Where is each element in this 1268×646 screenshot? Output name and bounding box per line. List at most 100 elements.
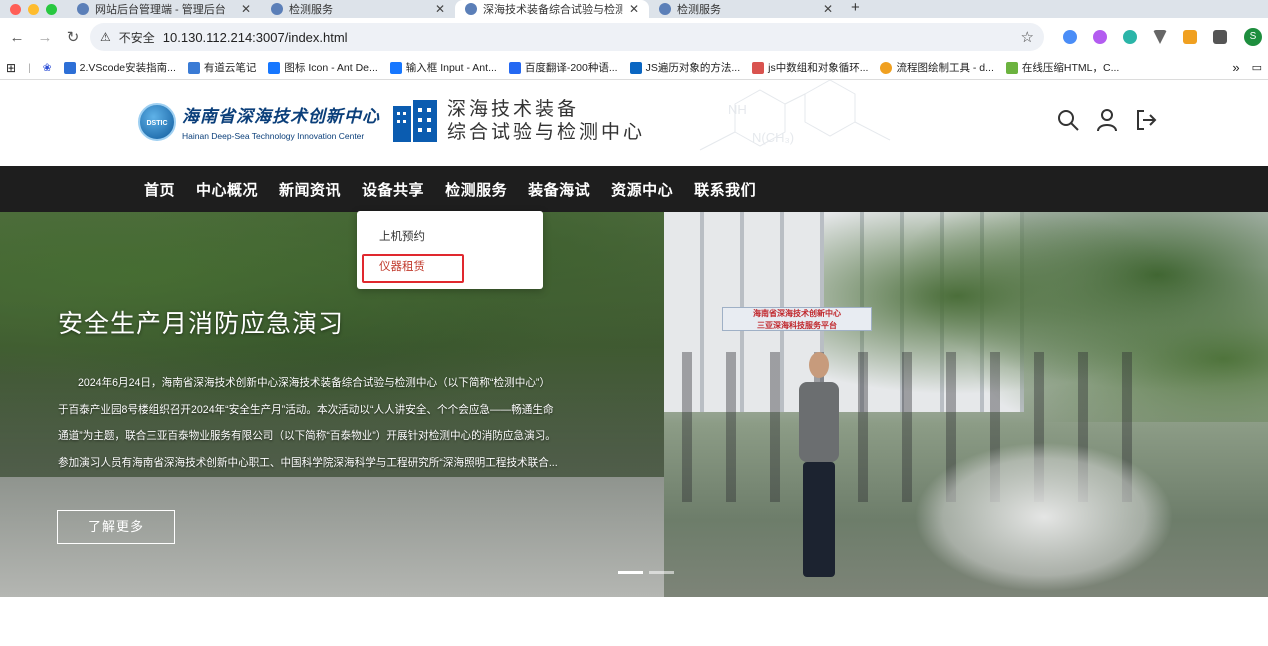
bookmark-label: 百度翻译-200种语... <box>524 62 618 74</box>
bookmark-label: 流程图绘制工具 - d... <box>896 62 994 74</box>
bookmark-star-icon[interactable]: ☆ <box>1021 28 1034 46</box>
hero-paragraph-line: 于百泰产业园8号楼组织召开2024年“安全生产月”活动。本次活动以“人人讲安全、… <box>58 403 554 416</box>
test-center-name: 深海技术装备 综合试验与检测中心 <box>447 98 645 144</box>
extension-chat-icon[interactable] <box>1063 30 1077 44</box>
browser-toolbar: ← → ↻ ⚠ 不安全 10.130.112.214:3007/index.ht… <box>0 18 1268 56</box>
tab-title: 网站后台管理端 - 管理后台 <box>95 4 226 16</box>
profile-avatar[interactable]: S <box>1244 28 1262 46</box>
bookmark-favicon-icon <box>63 61 76 74</box>
bookmarks-overflow-button[interactable]: » <box>1232 60 1239 75</box>
apps-grid-icon[interactable]: ⊞ <box>6 61 16 75</box>
tab-close-icon[interactable]: ✕ <box>435 2 445 16</box>
bookmark-item[interactable]: JS遍历对象的方法... <box>629 60 741 75</box>
logout-icon[interactable] <box>1134 108 1158 132</box>
new-tab-button[interactable]: + <box>843 0 868 18</box>
bookmark-favicon-icon <box>1005 61 1018 74</box>
search-icon[interactable] <box>1056 108 1080 132</box>
paw-icon[interactable]: ❀ <box>43 62 52 74</box>
nav-item-equipment-sharing[interactable]: 设备共享 <box>362 179 424 200</box>
bookmark-item[interactable]: 有道云笔记 <box>187 60 257 75</box>
hero-paragraph-line: 参加演习人员有海南省深海技术创新中心职工、中国科学院深海科学与工程研究所“深海照… <box>58 456 558 469</box>
extension-v-icon[interactable] <box>1153 30 1167 44</box>
tab-title: 深海技术装备综合试验与检测中 <box>483 4 623 16</box>
minimize-window-button[interactable] <box>28 3 39 15</box>
bookmark-item[interactable]: 百度翻译-200种语... <box>508 60 618 75</box>
maximize-window-button[interactable] <box>46 3 57 15</box>
hero-paragraph-line: 2024年6月24日，海南省深海技术创新中心深海技术装备综合试验与检测中心（以下… <box>78 377 551 389</box>
bookmark-label: js中数组和对象循环... <box>768 62 869 74</box>
bookmark-favicon-icon <box>629 61 642 74</box>
browser-tab[interactable]: 检测服务 ✕ <box>649 0 843 18</box>
extensions-puzzle-icon[interactable] <box>1213 30 1227 44</box>
learn-more-button[interactable]: 了解更多 <box>57 510 175 544</box>
nav-item-sea-trials[interactable]: 装备海试 <box>528 179 590 200</box>
dropdown-item-machine-booking[interactable]: 上机预约 <box>379 228 425 244</box>
carousel-indicators <box>618 571 674 574</box>
nav-item-testing-services[interactable]: 检测服务 <box>445 179 507 200</box>
extension-flower-icon[interactable] <box>1093 30 1107 44</box>
tab-close-icon[interactable]: ✕ <box>823 2 833 16</box>
extension-square-icon[interactable] <box>1183 30 1197 44</box>
user-icon[interactable] <box>1096 108 1118 132</box>
url-text[interactable]: 10.130.112.214:3007/index.html <box>163 30 1013 45</box>
building-banner: 海南省深海技术创新中心 三亚深海科技服务平台 <box>722 307 872 331</box>
close-window-button[interactable] <box>10 3 21 15</box>
nav-item-about[interactable]: 中心概况 <box>196 179 258 200</box>
hero-title: 安全生产月消防应急演习 <box>58 310 345 338</box>
nav-item-home[interactable]: 首页 <box>144 179 175 200</box>
test-center-logo[interactable]: 深海技术装备 综合试验与检测中心 <box>393 98 645 144</box>
bookmark-item[interactable]: 2.VScode安装指南... <box>63 60 176 75</box>
globe-icon <box>271 3 283 15</box>
hero-paragraph-line: 通道”为主题，联合三亚百泰物业服务有限公司（以下简称“百泰物业”）开展针对检测中… <box>58 430 556 442</box>
forward-arrow-icon[interactable]: → <box>34 29 56 46</box>
nav-item-contact[interactable]: 联系我们 <box>694 179 756 200</box>
nav-item-resources[interactable]: 资源中心 <box>611 179 673 200</box>
building-icon <box>393 100 437 142</box>
bookmark-favicon-icon <box>880 61 893 74</box>
formula-text: NH <box>728 102 747 117</box>
reload-icon[interactable]: ↻ <box>62 28 84 46</box>
bookmark-item[interactable]: 在线压缩HTML，C... <box>1005 60 1120 75</box>
test-center-name-line2: 综合试验与检测中心 <box>447 121 646 143</box>
extension-openai-icon[interactable] <box>1123 30 1137 44</box>
carousel-dot-1[interactable] <box>618 571 643 574</box>
tab-title: 检测服务 <box>677 4 721 16</box>
person-with-extinguisher-graphic <box>799 352 839 577</box>
folder-icon[interactable]: ▭ <box>1252 61 1262 74</box>
logo-chinese-name: 海南省深海技术创新中心 <box>182 107 380 126</box>
globe-icon <box>465 3 477 15</box>
nav-item-news[interactable]: 新闻资讯 <box>279 179 341 200</box>
browser-tab[interactable]: 检测服务 ✕ <box>261 0 455 18</box>
hero-carousel[interactable]: 海南省深海技术创新中心 三亚深海科技服务平台 安全生产月消防应急演习 2024年… <box>0 212 1268 597</box>
globe-icon <box>77 3 89 15</box>
formula-text: N(CH₃) <box>752 130 794 145</box>
bookmark-item[interactable]: js中数组和对象循环... <box>752 60 868 75</box>
header-actions <box>1056 108 1158 132</box>
chemistry-background-graphic: NH N(CH₃) <box>699 80 891 151</box>
bookmark-separator: | <box>28 61 31 74</box>
bookmark-item[interactable]: 流程图绘制工具 - d... <box>880 60 994 75</box>
innovation-center-logo[interactable]: DSTIC 海南省深海技术创新中心 Hainan Deep-Sea Techno… <box>138 102 380 141</box>
browser-tab-active[interactable]: 深海技术装备综合试验与检测中 ✕ <box>455 0 649 18</box>
bookmark-favicon-icon <box>389 61 402 74</box>
bookmark-label: 在线压缩HTML，C... <box>1021 62 1120 74</box>
tab-close-icon[interactable]: ✕ <box>629 2 639 16</box>
bookmark-label: JS遍历对象的方法... <box>645 62 741 74</box>
test-center-name-line1: 深海技术装备 <box>447 98 580 120</box>
banner-line1: 海南省深海技术创新中心 <box>753 309 841 318</box>
bookmark-label: 输入框 Input - Ant... <box>405 62 497 74</box>
back-arrow-icon[interactable]: ← <box>6 29 28 46</box>
tab-close-icon[interactable]: ✕ <box>241 2 251 16</box>
address-bar[interactable]: ⚠ 不安全 10.130.112.214:3007/index.html ☆ <box>90 23 1044 51</box>
bookmark-item[interactable]: 输入框 Input - Ant... <box>389 60 497 75</box>
carousel-dot-2[interactable] <box>649 571 674 574</box>
browser-tabbar: 网站后台管理端 - 管理后台 ✕ 检测服务 ✕ 深海技术装备综合试验与检测中 ✕… <box>0 0 1268 18</box>
browser-tab[interactable]: 网站后台管理端 - 管理后台 ✕ <box>67 0 261 18</box>
bookmark-item[interactable]: 图标 Icon - Ant De... <box>268 60 378 75</box>
bookmark-favicon-icon <box>187 61 200 74</box>
insecure-label[interactable]: 不安全 <box>119 29 155 46</box>
warning-icon[interactable]: ⚠ <box>100 30 111 44</box>
hero-photo-right: 海南省深海技术创新中心 三亚深海科技服务平台 <box>664 212 1268 597</box>
bookmark-label: 有道云笔记 <box>203 62 257 74</box>
dstic-emblem-icon: DSTIC <box>138 102 176 141</box>
